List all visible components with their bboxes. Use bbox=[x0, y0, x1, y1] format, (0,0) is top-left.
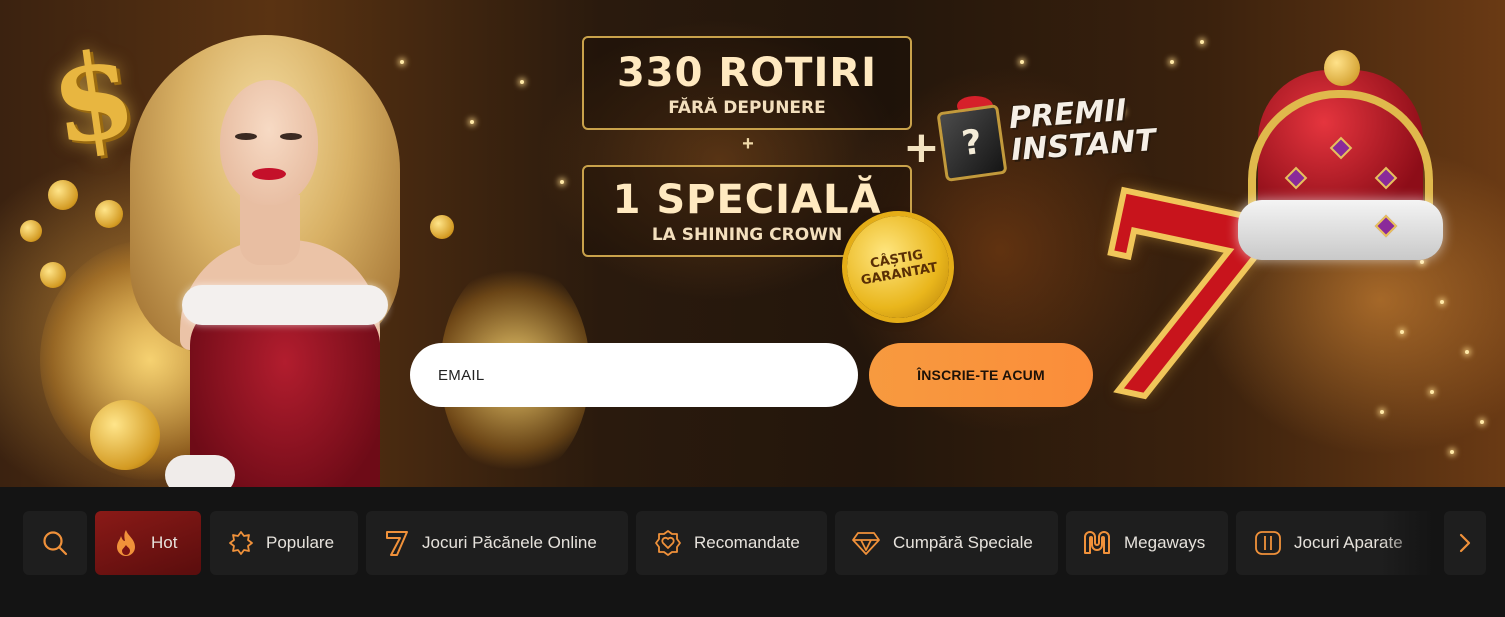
offer-spins-title: 330 ROTIRI bbox=[616, 50, 878, 96]
category-label: Jocuri Păcănele Online bbox=[422, 533, 597, 552]
gold-coin bbox=[48, 180, 78, 210]
category-jocuri-aparate[interactable]: Jocuri Aparate bbox=[1236, 511, 1436, 575]
category-label: Recomandate bbox=[694, 533, 800, 552]
email-input[interactable] bbox=[410, 343, 858, 407]
plus-sign-large: + bbox=[903, 122, 940, 173]
mystery-gift-icon: ? bbox=[936, 104, 1008, 182]
gold-coin bbox=[95, 200, 123, 228]
search-icon bbox=[43, 531, 68, 556]
flame-icon bbox=[117, 530, 135, 556]
gold-coin bbox=[430, 215, 454, 239]
gold-coin bbox=[20, 220, 42, 242]
category-label: Populare bbox=[266, 533, 335, 552]
search-button[interactable] bbox=[23, 511, 87, 575]
diamond-icon bbox=[852, 532, 880, 555]
category-label: Hot bbox=[151, 533, 178, 552]
offer-spins-subtitle: FĂRĂ DEPUNERE bbox=[668, 98, 826, 118]
plus-sign: + bbox=[742, 133, 754, 155]
category-label: Jocuri Aparate bbox=[1294, 533, 1403, 552]
slot-machine-icon bbox=[1255, 531, 1281, 555]
category-megaways[interactable]: Megaways bbox=[1066, 511, 1228, 575]
category-recomandate[interactable]: Recomandate bbox=[636, 511, 827, 575]
offer-spins-box: 330 ROTIRI FĂRĂ DEPUNERE bbox=[582, 36, 912, 130]
promo-banner: $ 330 ROTIRI FĂRĂ DEPUNERE + 1 SPECIALĂ … bbox=[0, 0, 1505, 487]
sparkle-badge-icon bbox=[229, 531, 253, 555]
chevron-right-icon bbox=[1459, 533, 1471, 553]
category-populare[interactable]: Populare bbox=[210, 511, 358, 575]
scroll-right-button[interactable] bbox=[1444, 511, 1486, 575]
category-pacanele[interactable]: Jocuri Păcănele Online bbox=[366, 511, 628, 575]
seven-icon bbox=[386, 531, 408, 556]
category-label: Cumpără Speciale bbox=[893, 533, 1033, 552]
gold-coin bbox=[40, 262, 66, 288]
hero-model-image bbox=[120, 35, 420, 487]
category-cumpara-speciale[interactable]: Cumpără Speciale bbox=[835, 511, 1058, 575]
category-label: Megaways bbox=[1124, 533, 1206, 552]
offer-special-title: 1 SPECIALĂ bbox=[612, 177, 882, 223]
heart-badge-icon bbox=[655, 530, 681, 556]
signup-button[interactable]: ÎNSCRIE-TE ACUM bbox=[869, 343, 1093, 407]
category-hot[interactable]: Hot bbox=[95, 511, 201, 575]
megaways-icon bbox=[1084, 531, 1110, 554]
crown-icon bbox=[1228, 50, 1448, 280]
category-nav: Hot Populare Jocuri Păcănele Online Reco… bbox=[0, 487, 1505, 617]
